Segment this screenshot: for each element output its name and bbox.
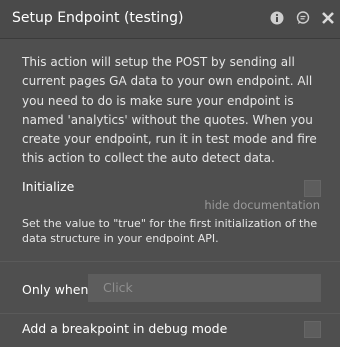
comment-icon[interactable]	[296, 11, 310, 25]
setup-endpoint-panel: Setup Endpoint (testing) This action wil…	[0, 0, 340, 347]
panel-title: Setup Endpoint (testing)	[12, 10, 184, 26]
section-divider	[0, 313, 340, 314]
action-description: This action will setup the POST by sendi…	[22, 55, 317, 166]
panel-body: This action will setup the POST by sendi…	[0, 39, 340, 347]
only-when-input[interactable]: Click	[88, 274, 321, 302]
breakpoint-label: Add a breakpoint in debug mode	[22, 321, 228, 336]
initialize-documentation: Set the value to "true" for the first in…	[22, 217, 318, 245]
breakpoint-checkbox[interactable]	[304, 321, 321, 338]
section-divider	[0, 261, 340, 262]
hide-documentation-link[interactable]: hide documentation	[204, 198, 320, 212]
only-when-label: Only when	[22, 282, 89, 297]
initialize-checkbox[interactable]	[304, 180, 321, 197]
initialize-label: Initialize	[22, 179, 75, 194]
close-icon[interactable]	[321, 11, 335, 25]
info-icon[interactable]	[270, 11, 284, 25]
panel-header: Setup Endpoint (testing)	[0, 0, 340, 39]
